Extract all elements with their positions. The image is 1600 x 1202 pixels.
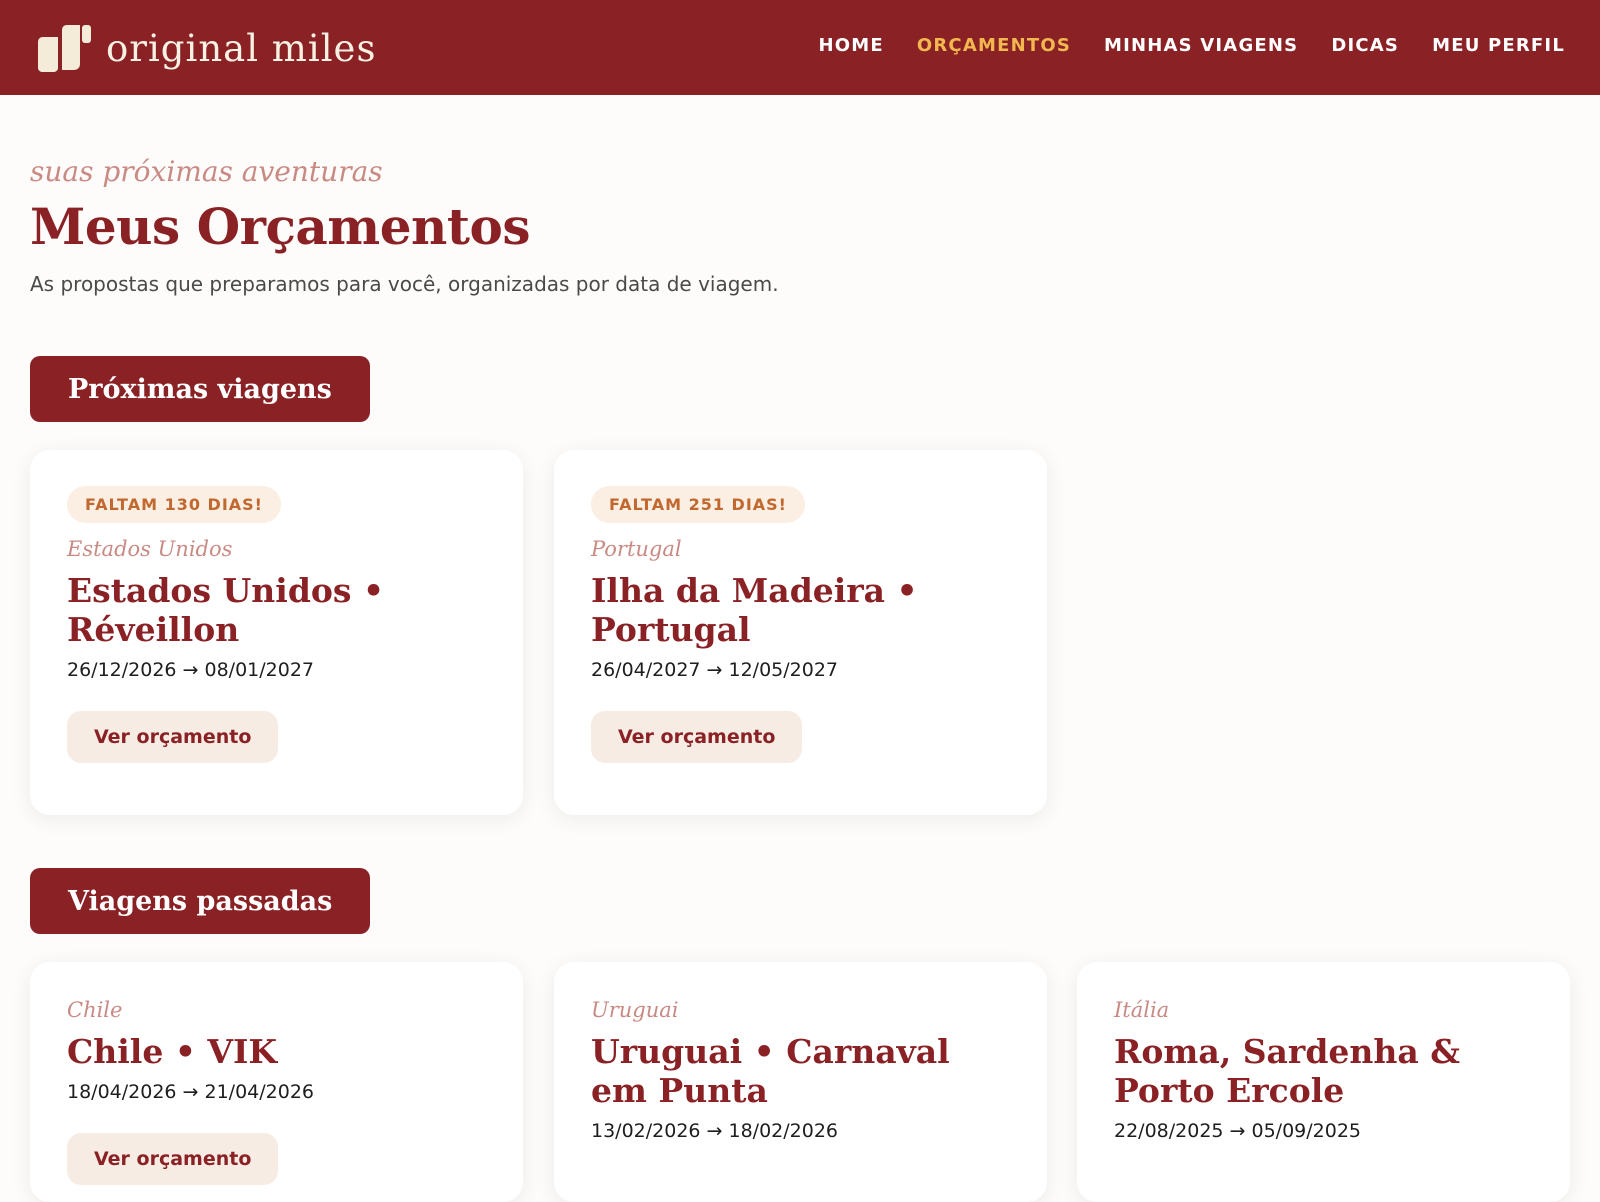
- trip-country: Uruguai: [591, 998, 679, 1022]
- trip-title: Estados Unidos • Réveillon: [67, 571, 385, 649]
- page-eyebrow: suas próximas aventuras: [30, 155, 383, 188]
- trip-dates: 22/08/2025 → 05/09/2025: [1114, 1120, 1362, 1142]
- trip-title: Ilha da Madeira • Portugal: [591, 571, 918, 649]
- original-miles-logo-icon: [38, 25, 91, 72]
- trip-card-upcoming: FALTAM 130 DIAS! Estados Unidos Estados …: [30, 450, 523, 815]
- nav-item-minhas-viagens: MINHAS VIAGENS: [1104, 35, 1298, 56]
- logo-link[interactable]: original miles: [36, 24, 376, 72]
- view-budget-button[interactable]: Ver orçamento: [591, 711, 803, 763]
- trip-dates: 18/04/2026 → 21/04/2026: [67, 1081, 315, 1103]
- countdown-badge: FALTAM 251 DIAS!: [591, 486, 805, 523]
- section-header-past: Viagens passadas: [30, 868, 371, 934]
- page-subtitle: As propostas que preparamos para você, o…: [30, 272, 779, 296]
- nav-link-dicas[interactable]: DICAS: [1331, 35, 1399, 56]
- trip-country: Itália: [1114, 998, 1170, 1022]
- nav-link-minhas-viagens[interactable]: MINHAS VIAGENS: [1104, 35, 1298, 56]
- nav-link-home[interactable]: HOME: [818, 35, 883, 56]
- trip-country: Portugal: [591, 537, 682, 561]
- nav-item-home: HOME: [818, 35, 883, 56]
- main-nav: HOME ORÇAMENTOS MINHAS VIAGENS DICAS MEU…: [818, 35, 1565, 56]
- nav-link-orcamentos[interactable]: ORÇAMENTOS: [917, 35, 1071, 56]
- nav-item-dicas: DICAS: [1331, 35, 1399, 56]
- trip-title: Uruguai • Carnaval em Punta: [591, 1032, 950, 1110]
- top-navigation-bar: original miles HOME ORÇAMENTOS MINHAS VI…: [0, 0, 1600, 95]
- trip-title: Roma, Sardenha & Porto Ercole: [1114, 1032, 1461, 1110]
- trip-dates: 26/12/2026 → 08/01/2027: [67, 659, 315, 681]
- trip-dates: 13/02/2026 → 18/02/2026: [591, 1120, 839, 1142]
- nav-item-meu-perfil: MEU PERFIL: [1432, 35, 1565, 56]
- page-title: Meus Orçamentos: [30, 197, 530, 256]
- trip-card-upcoming: FALTAM 251 DIAS! Portugal Ilha da Madeir…: [554, 450, 1047, 815]
- logo-text: original miles: [106, 26, 377, 70]
- trip-card-past: Itália Roma, Sardenha & Porto Ercole 22/…: [1077, 962, 1570, 1202]
- trip-dates: 26/04/2027 → 12/05/2027: [591, 659, 839, 681]
- trip-country: Chile: [67, 998, 123, 1022]
- trip-country: Estados Unidos: [67, 537, 233, 561]
- trip-title: Chile • VIK: [67, 1032, 278, 1071]
- trip-card-past: Uruguai Uruguai • Carnaval em Punta 13/0…: [554, 962, 1047, 1202]
- view-budget-button[interactable]: Ver orçamento: [67, 1133, 279, 1185]
- section-header-upcoming: Próximas viagens: [30, 356, 370, 422]
- view-budget-button[interactable]: Ver orçamento: [67, 711, 279, 763]
- nav-item-orcamentos: ORÇAMENTOS: [917, 35, 1071, 56]
- nav-link-meu-perfil[interactable]: MEU PERFIL: [1432, 35, 1565, 56]
- countdown-badge: FALTAM 130 DIAS!: [67, 486, 281, 523]
- trip-card-past: Chile Chile • VIK 18/04/2026 → 21/04/202…: [30, 962, 523, 1202]
